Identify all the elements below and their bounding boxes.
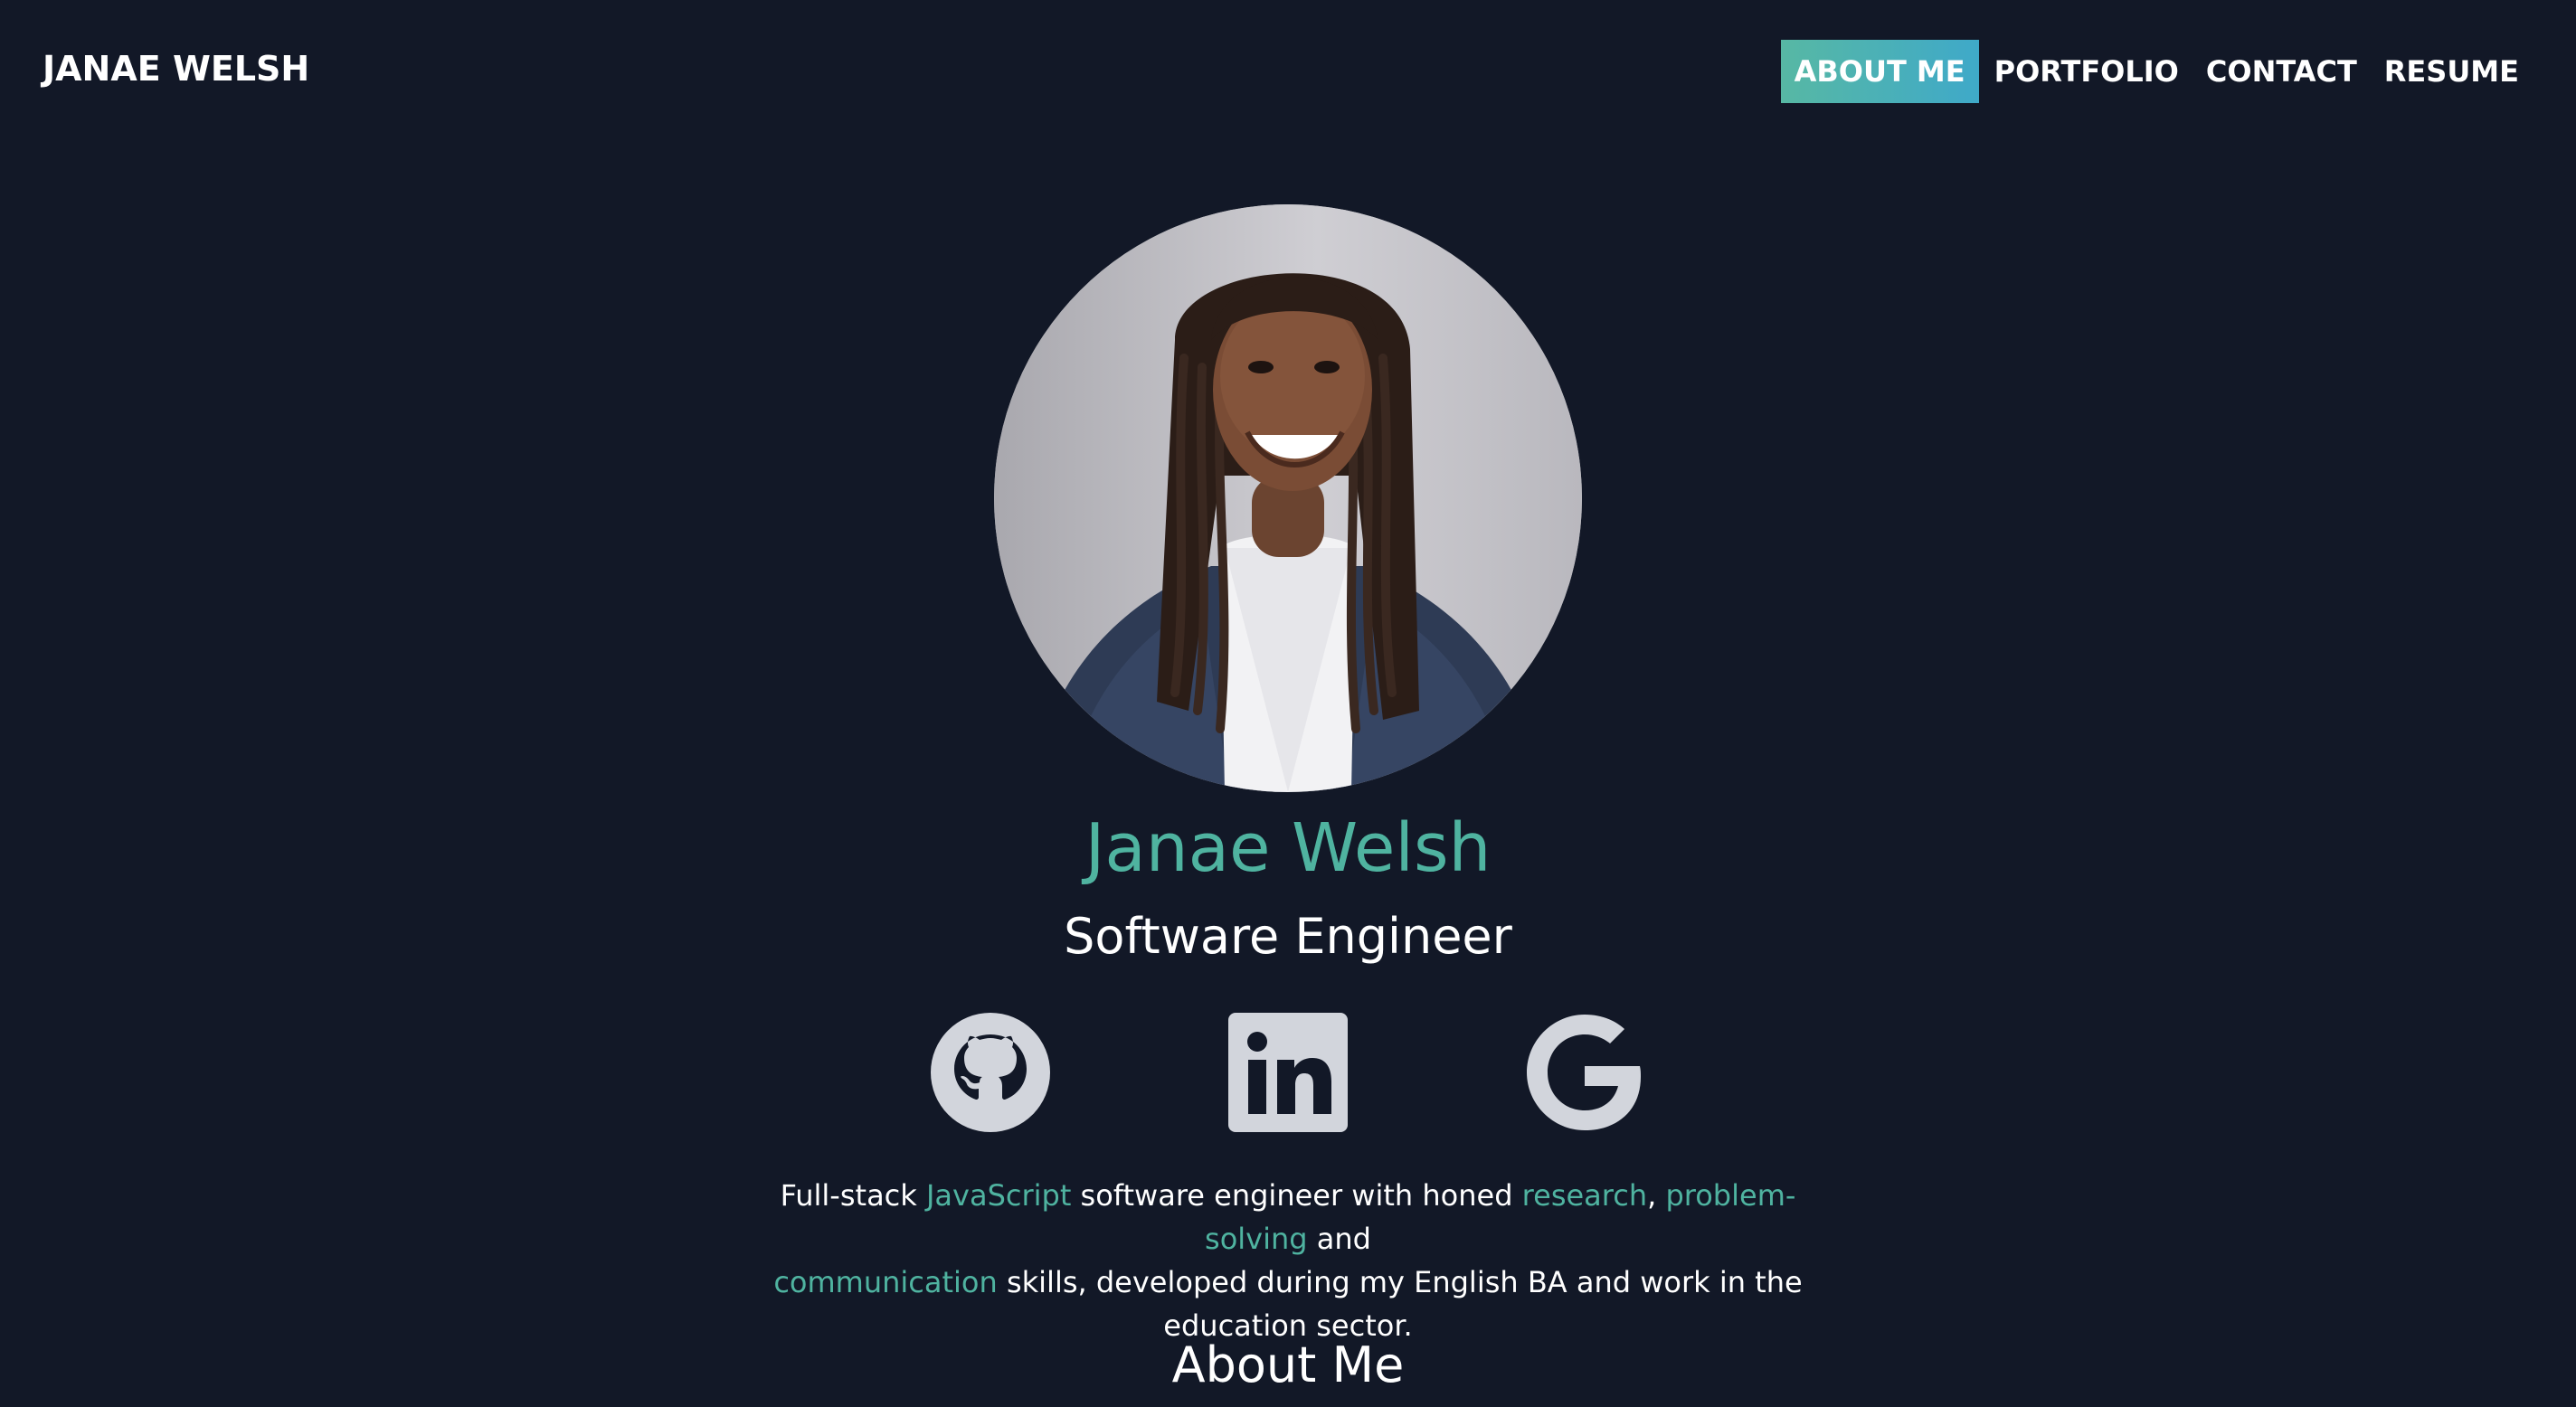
google-icon	[1527, 1015, 1641, 1130]
profile-name: Janae Welsh	[1084, 809, 1492, 887]
linkedin-link[interactable]	[1226, 1011, 1350, 1134]
nav-about-me[interactable]: ABOUT ME	[1780, 40, 1979, 103]
bio-text: Full-stack	[780, 1178, 926, 1213]
github-link[interactable]	[929, 1011, 1052, 1134]
main-nav: ABOUT ME PORTFOLIO CONTACT RESUME	[1780, 40, 2533, 103]
page: JANAE WELSH ABOUT ME PORTFOLIO CONTACT R…	[0, 0, 2576, 1407]
brand-logo[interactable]: JANAE WELSH	[43, 49, 309, 89]
bio-highlight-communication: communication	[773, 1265, 998, 1299]
linkedin-icon	[1228, 1013, 1348, 1132]
profile-photo	[994, 204, 1582, 792]
bio-paragraph: Full-stack JavaScript software engineer …	[745, 1174, 1831, 1347]
bio-text: ,	[1647, 1178, 1666, 1213]
nav-portfolio[interactable]: PORTFOLIO	[1981, 40, 2192, 103]
about-me-heading: About Me	[1171, 1336, 1405, 1393]
social-links	[0, 1011, 2576, 1134]
bio-highlight-research: research	[1521, 1178, 1648, 1213]
bio-highlight-javascript: JavaScript	[925, 1178, 1072, 1213]
github-icon	[931, 1013, 1050, 1132]
bio-text: software engineer with honed	[1071, 1178, 1522, 1213]
bio-text: skills, developed during my English BA a…	[997, 1265, 1803, 1343]
nav-resume[interactable]: RESUME	[2371, 40, 2533, 103]
google-link[interactable]	[1523, 1011, 1646, 1134]
profile-title: Software Engineer	[1064, 908, 1512, 965]
bio-text: and	[1307, 1222, 1371, 1256]
nav-contact[interactable]: CONTACT	[2192, 40, 2371, 103]
